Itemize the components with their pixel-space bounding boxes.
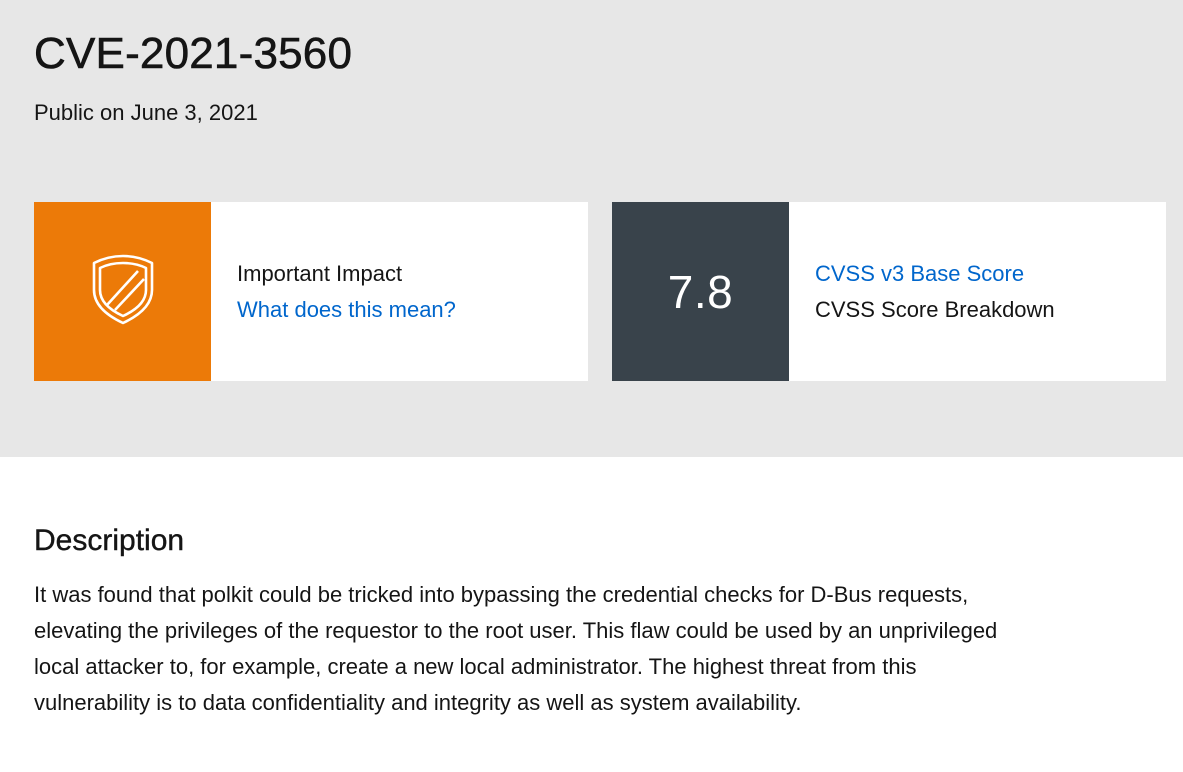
impact-info-link[interactable]: What does this mean? [237, 292, 456, 328]
description-section: Description It was found that polkit cou… [0, 457, 1183, 721]
cvss-card: 7.8 CVSS v3 Base Score CVSS Score Breakd… [612, 202, 1166, 381]
cvss-score-tile: 7.8 [612, 202, 789, 381]
cvss-text: CVSS v3 Base Score CVSS Score Breakdown [789, 202, 1055, 381]
impact-card: Important Impact What does this mean? [34, 202, 588, 381]
description-body: It was found that polkit could be tricke… [34, 582, 998, 715]
impact-label: Important Impact [237, 260, 403, 286]
page-title: CVE-2021-3560 [34, 29, 353, 79]
cvss-base-score-link[interactable]: CVSS v3 Base Score [815, 256, 1055, 292]
cve-header: CVE-2021-3560 Public on June 3, 2021 Imp… [0, 0, 1183, 457]
cvss-breakdown-label: CVSS Score Breakdown [815, 296, 1055, 322]
description-heading: Description [34, 524, 185, 557]
summary-cards: Important Impact What does this mean? 7.… [34, 202, 1166, 381]
cvss-score-value: 7.8 [667, 265, 734, 318]
public-date: Public on June 3, 2021 [34, 100, 258, 125]
impact-text: Important Impact What does this mean? [211, 202, 456, 381]
impact-tile [34, 202, 211, 381]
shield-icon [90, 252, 156, 331]
